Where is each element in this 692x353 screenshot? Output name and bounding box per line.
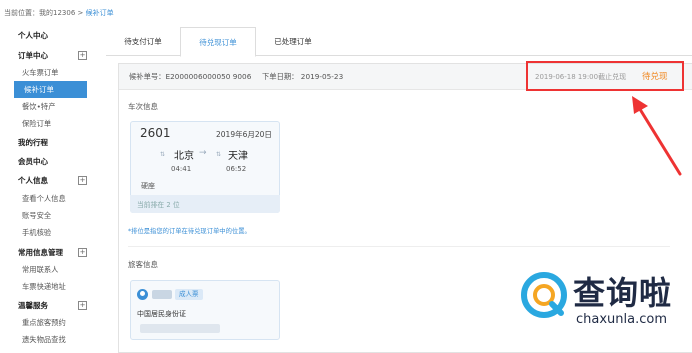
expand-icon[interactable]: + xyxy=(78,301,87,310)
depart-pin-icon: ⇅ xyxy=(160,151,166,158)
sidebar-item-insurance[interactable]: 保险订单 xyxy=(22,115,92,132)
expand-icon[interactable]: + xyxy=(78,176,87,185)
passenger-name-masked xyxy=(152,290,172,299)
to-station: 天津 xyxy=(228,151,248,162)
watermark-logo-icon xyxy=(521,272,567,318)
divider xyxy=(128,246,670,247)
status-badge: 待兑现 xyxy=(642,72,668,82)
deadline-text: 2019-06-18 19:00截止兑现 xyxy=(535,73,627,81)
train-date: 2019年6月20日 xyxy=(216,130,272,139)
sidebar-item-priority-booking[interactable]: 重点旅客预约 xyxy=(22,314,92,331)
order-number: 候补单号：E2000006000050 9006 xyxy=(129,72,252,81)
sidebar-item-my-trips[interactable]: 我的行程 xyxy=(18,134,92,151)
sidebar-item-view-info[interactable]: 查看个人信息 xyxy=(22,190,92,207)
sidebar-item-delivery-address[interactable]: 车票快递地址 xyxy=(22,278,92,295)
arrive-pin-icon: ⇅ xyxy=(216,151,222,158)
tab-processed[interactable]: 已处理订单 xyxy=(256,27,330,56)
sidebar-item-catering[interactable]: 餐饮•特产 xyxy=(22,98,92,115)
watermark-url: chaxunla.com xyxy=(576,312,667,327)
breadcrumb-prefix: 当前位置：我的12306 > xyxy=(4,9,86,17)
depart-time: 04:41 xyxy=(171,165,192,173)
expand-icon[interactable]: + xyxy=(78,51,87,60)
expand-icon[interactable]: + xyxy=(78,248,87,257)
avatar xyxy=(137,289,148,300)
id-number-masked xyxy=(140,324,220,333)
sidebar-item-contacts[interactable]: 常用联系人 xyxy=(22,261,92,278)
sidebar-item-lost-found[interactable]: 遗失物品查找 xyxy=(22,331,92,348)
order-date: 下单日期： 2019-05-23 xyxy=(262,72,344,81)
sidebar-item-train-orders[interactable]: 火车票订单 xyxy=(22,64,92,81)
order-tabs: 待支付订单 待兑现订单 已处理订单 xyxy=(106,27,692,57)
sidebar-item-phone-verify[interactable]: 手机核验 xyxy=(22,224,92,241)
sidebar-item-account-security[interactable]: 账号安全 xyxy=(22,207,92,224)
ticket-type-badge: 成人票 xyxy=(175,289,203,300)
queue-position: 当前排在 2 位 xyxy=(137,201,180,209)
arrive-time: 06:52 xyxy=(226,165,247,173)
seat-type: 硬座 xyxy=(141,182,155,190)
breadcrumb-current[interactable]: 候补订单 xyxy=(86,9,114,17)
breadcrumb: 当前位置：我的12306 > 候补订单 xyxy=(4,8,114,18)
sidebar-item-member-center[interactable]: 会员中心 xyxy=(18,153,92,170)
sidebar-item-personal-center[interactable]: 个人中心 xyxy=(18,27,92,44)
tab-pending-payment[interactable]: 待支付订单 xyxy=(106,27,180,56)
from-station: 北京 xyxy=(174,151,194,162)
red-arrow-icon xyxy=(632,96,682,176)
passenger-info-title: 旅客信息 xyxy=(128,260,158,269)
train-info-title: 车次信息 xyxy=(128,102,158,111)
id-type: 中国居民身份证 xyxy=(137,310,186,318)
tab-pending-fulfillment[interactable]: 待兑现订单 xyxy=(180,27,256,57)
train-number: 2601 xyxy=(140,126,171,140)
watermark-title: 查询啦 xyxy=(573,274,673,312)
sidebar-item-waitlist-orders[interactable]: 候补订单 xyxy=(14,81,87,98)
arrow-right-icon: → xyxy=(199,148,207,158)
queue-note: *排位是指您的订单在待兑现订单中的位置。 xyxy=(128,228,251,235)
